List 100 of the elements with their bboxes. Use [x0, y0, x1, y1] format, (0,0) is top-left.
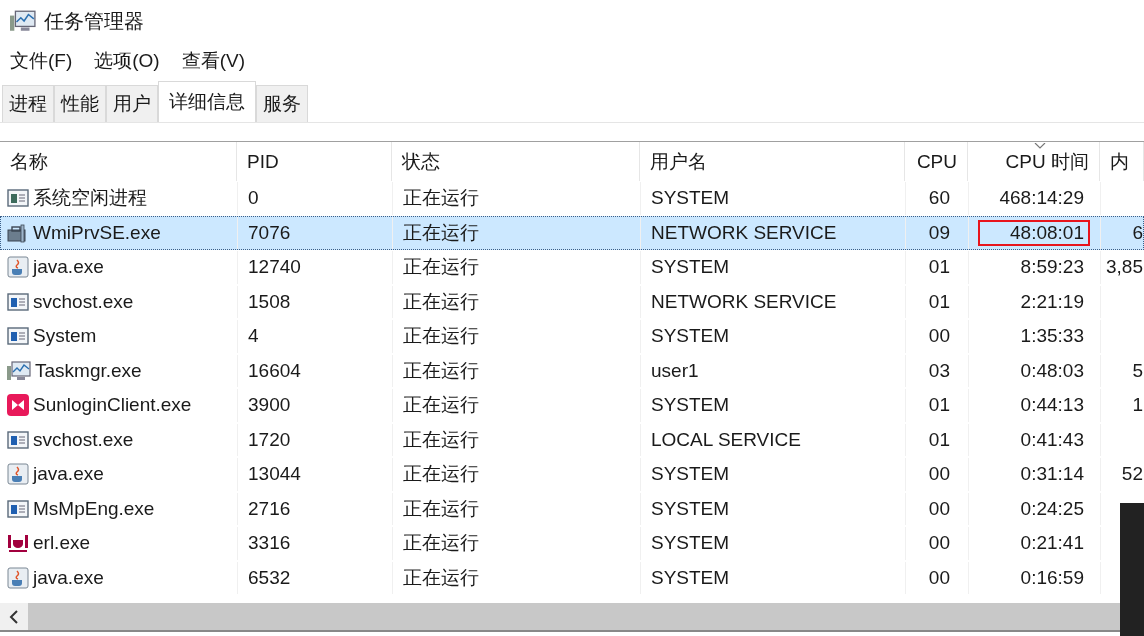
table-cell: SYSTEM [651, 497, 730, 520]
table-cell: 03 [928, 359, 950, 382]
table-cell: 52 [1121, 463, 1143, 486]
table-cell-text: 正在运行 [403, 531, 479, 556]
table-cell-text: 正在运行 [403, 289, 479, 314]
table-row[interactable]: WmiPrvSE.exe 7076 正在运行 NETWORK SERVICE 09 48:08:01 6 [0, 215, 1144, 250]
process-name: java.exe [33, 463, 104, 486]
table-cell: 16604 [248, 359, 301, 382]
table-cell: SYSTEM [651, 566, 730, 589]
table-row[interactable]: 系统空闲进程 0 正在运行 SYSTEM 60 468:14:29 [0, 181, 1144, 216]
table-cell: SYSTEM [651, 325, 730, 348]
table-row[interactable]: svchost.exe 1508 正在运行 NETWORK SERVICE 01 2:21:19 [0, 284, 1144, 319]
table-row[interactable]: java.exe 6532 正在运行 SYSTEM 00 0:16:59 [0, 560, 1144, 595]
table-cell: SYSTEM [651, 187, 730, 210]
process-name: java.exe [33, 256, 104, 279]
table-cell: 6 [1132, 221, 1143, 244]
table-row[interactable]: erl.exe 3316 正在运行 SYSTEM 00 0:21:41 [0, 526, 1144, 561]
table-cell: 13044 [248, 463, 301, 486]
table-cell: 00 [928, 532, 950, 555]
menu-item[interactable]: 文件(F) [10, 48, 73, 74]
column-header[interactable]: 状态 [392, 142, 640, 181]
column-header[interactable]: PID [237, 142, 392, 181]
process-name: MsMpEng.exe [33, 497, 155, 520]
table-cell: NETWORK SERVICE [651, 221, 837, 244]
sort-caret-icon [1033, 143, 1046, 149]
table-cell: 3,85 [1106, 256, 1143, 279]
table-cell-text: 0:44:13 [1019, 393, 1085, 418]
column-header[interactable]: CPU [905, 142, 968, 181]
column-header[interactable]: 名称 [0, 142, 237, 181]
table-cell: 01 [928, 394, 950, 417]
table-cell: 1508 [248, 290, 291, 313]
table-row[interactable]: java.exe 12740 正在运行 SYSTEM 01 8:59:23 3,85 [0, 250, 1144, 285]
table-cell: 0 [248, 187, 259, 210]
table-cell-text: 0:48:03 [1019, 358, 1085, 383]
window-icon [7, 429, 29, 450]
tab[interactable]: 进程 [2, 85, 54, 122]
table-cell: SYSTEM [651, 394, 730, 417]
scroll-left-button[interactable] [0, 603, 28, 630]
process-name: SunloginClient.exe [33, 394, 192, 417]
table-cell: 00 [928, 463, 950, 486]
table-cell-text: 正在运行 [403, 462, 479, 487]
process-name: erl.exe [33, 532, 91, 555]
column-header[interactable]: 用户名 [640, 142, 905, 181]
table-cell: LOCAL SERVICE [651, 428, 801, 451]
table-row[interactable]: Taskmgr.exe 16604 正在运行 user1 03 0:48:03 5 [0, 353, 1144, 388]
table-cell-text: 正在运行 [403, 496, 479, 521]
table-cell-text: 0:31:14 [1019, 462, 1085, 487]
table-cell: user1 [651, 359, 699, 382]
menu-item[interactable]: 选项(O) [94, 48, 160, 74]
table-cell: 2716 [248, 497, 291, 520]
table-cell: 6532 [248, 566, 291, 589]
table-cell-text: 0:21:41 [1019, 531, 1085, 556]
tab[interactable]: 服务 [256, 85, 308, 122]
column-header[interactable]: CPU 时间 [968, 142, 1100, 181]
table-cell: 00 [928, 497, 950, 520]
table-cell-text: 0:24:25 [1019, 496, 1085, 521]
table-cell: 48:08:01 [978, 219, 1090, 246]
table-cell-text: 正在运行 [403, 324, 479, 349]
table-row[interactable]: java.exe 13044 正在运行 SYSTEM 00 0:31:14 52 [0, 457, 1144, 492]
process-name: 系统空闲进程 [33, 186, 147, 211]
monitor-icon [10, 9, 36, 33]
table-cell: 09 [928, 221, 950, 244]
coffee-cup-icon [7, 256, 29, 279]
tab[interactable]: 用户 [106, 85, 158, 122]
coffee-cup-icon [7, 463, 29, 486]
chevron-left-icon [9, 609, 19, 624]
table-cell: SYSTEM [651, 463, 730, 486]
process-name: System [33, 325, 97, 348]
coffee-cup-icon [7, 566, 29, 589]
table-cell: 1 [1132, 394, 1143, 417]
table-cell-text: 正在运行 [403, 220, 479, 245]
table-cell: 7076 [248, 221, 291, 244]
monitor-icon [7, 359, 31, 382]
window-icon [7, 326, 29, 347]
table-cell-text: 正在运行 [403, 565, 479, 590]
table-row[interactable]: SunloginClient.exe 3900 正在运行 SYSTEM 01 0:44:13 1 [0, 388, 1144, 423]
table-cell: 12740 [248, 256, 301, 279]
table-cell: 00 [928, 325, 950, 348]
tab[interactable]: 性能 [54, 85, 106, 122]
table-row[interactable]: MsMpEng.exe 2716 正在运行 SYSTEM 00 0:24:25 [0, 491, 1144, 526]
table-cell: 5 [1132, 359, 1143, 382]
window-icon [7, 291, 29, 312]
process-name: WmiPrvSE.exe [33, 221, 161, 244]
table-cell: 4 [248, 325, 259, 348]
process-name: svchost.exe [33, 290, 134, 313]
column-header[interactable]: 内 [1100, 142, 1144, 181]
table-cell-text: 0:41:43 [1019, 427, 1085, 452]
app-icon [7, 532, 29, 555]
table-cell-text: 正在运行 [403, 186, 479, 211]
table-cell-text: 2:21:19 [1019, 289, 1085, 314]
table-cell: 3316 [248, 532, 291, 555]
table-row[interactable]: svchost.exe 1720 正在运行 LOCAL SERVICE 01 0:41:43 [0, 422, 1144, 457]
menu-item[interactable]: 查看(V) [181, 48, 246, 74]
table-cell: NETWORK SERVICE [651, 290, 837, 313]
tab[interactable]: 详细信息 [158, 81, 256, 122]
table-cell: 00 [928, 566, 950, 589]
table-cell-text: 正在运行 [403, 255, 479, 280]
table-row[interactable]: System 4 正在运行 SYSTEM 00 1:35:33 [0, 319, 1144, 354]
app-icon [7, 394, 29, 417]
table-cell: 3900 [248, 394, 291, 417]
